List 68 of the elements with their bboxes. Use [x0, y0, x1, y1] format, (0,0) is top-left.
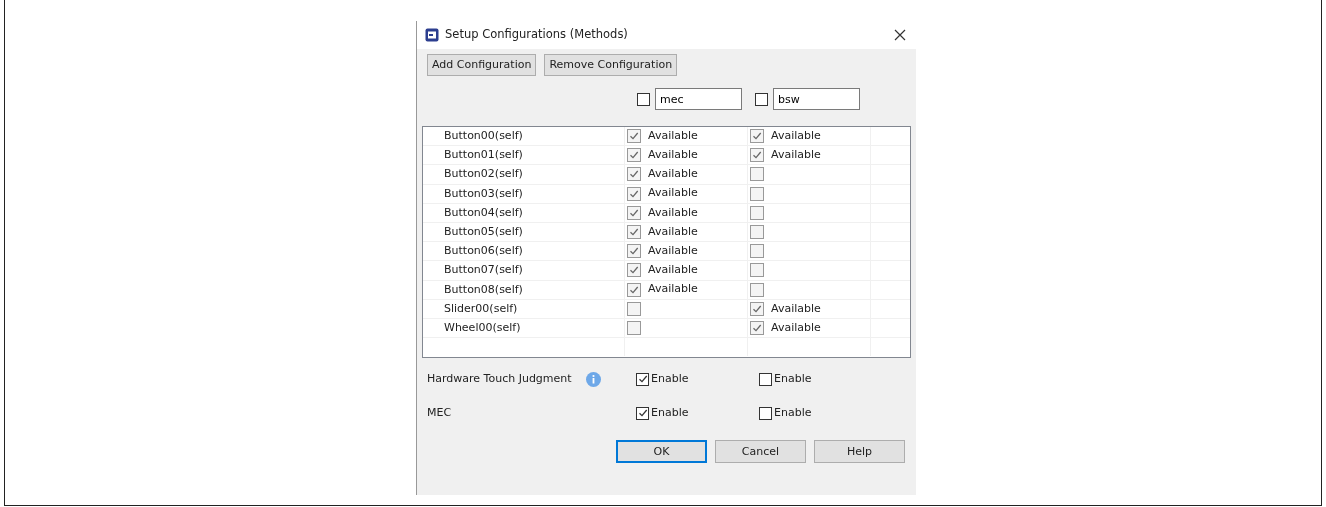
dialog-button[interactable]: OK — [616, 440, 707, 463]
row-label: Button06(self) — [443, 243, 524, 260]
checkbox[interactable] — [759, 372, 772, 386]
availability-label: Available — [648, 242, 698, 259]
checkbox[interactable] — [750, 282, 764, 297]
row-label: Button03(self) — [443, 185, 524, 202]
checkbox[interactable] — [627, 225, 641, 240]
checkbox[interactable] — [750, 320, 764, 335]
checkbox[interactable] — [627, 320, 641, 335]
row-label: Button01(self) — [443, 147, 524, 164]
option-label: MEC — [427, 404, 452, 421]
availability-label: Available — [771, 127, 821, 144]
enable-label: Enable — [651, 370, 689, 387]
checkbox[interactable] — [750, 129, 764, 144]
availability-label: Available — [648, 262, 698, 279]
row-label: Button00(self) — [443, 128, 524, 144]
row-label: Slider00(self) — [443, 300, 519, 317]
option-label: Hardware Touch Judgment — [427, 370, 572, 387]
checkbox[interactable] — [627, 282, 641, 297]
toolbar-button[interactable]: Add Configuration — [427, 54, 537, 76]
checkbox[interactable] — [750, 205, 764, 220]
checkbox[interactable] — [637, 92, 650, 106]
checkbox[interactable] — [750, 148, 764, 163]
row-label: Wheel00(self) — [443, 319, 522, 336]
checkbox[interactable] — [755, 92, 768, 106]
toolbar-button[interactable]: Remove Configuration — [544, 54, 678, 76]
window-title: Setup Configurations (Methods) — [445, 26, 628, 44]
checkbox[interactable] — [627, 301, 641, 316]
enable-label: Enable — [774, 404, 812, 421]
availability-label: Available — [648, 185, 698, 202]
availability-label: Available — [648, 166, 698, 183]
checkbox[interactable] — [750, 225, 764, 240]
checkbox[interactable] — [750, 186, 764, 201]
checkbox[interactable] — [627, 167, 641, 182]
availability-label: Available — [648, 147, 698, 164]
dialog-button[interactable]: Help — [814, 440, 905, 463]
row-label: Button08(self) — [443, 281, 524, 298]
row-label: Button07(self) — [443, 262, 524, 279]
dialog-button[interactable]: Cancel — [715, 440, 806, 463]
checkbox[interactable] — [636, 406, 649, 420]
availability-label: Available — [771, 319, 821, 336]
config-name-field[interactable]: bsw — [773, 88, 860, 110]
checkbox[interactable] — [750, 263, 764, 278]
checkbox[interactable] — [636, 372, 649, 386]
availability-label: Available — [648, 204, 698, 221]
availability-label: Available — [648, 281, 698, 298]
availability-label: Available — [648, 127, 698, 144]
enable-label: Enable — [774, 370, 812, 387]
availability-label: Available — [771, 147, 821, 164]
checkbox[interactable] — [759, 406, 772, 420]
app-icon — [425, 28, 439, 42]
row-label: Button05(self) — [443, 223, 524, 240]
checkbox[interactable] — [750, 244, 764, 259]
checkbox[interactable] — [627, 129, 641, 144]
availability-label: Available — [648, 223, 698, 240]
availability-label: Available — [771, 300, 821, 317]
checkbox[interactable] — [627, 205, 641, 220]
checkbox[interactable] — [627, 263, 641, 278]
close-icon[interactable] — [892, 27, 908, 43]
checkbox[interactable] — [627, 186, 641, 201]
row-label: Button02(self) — [443, 166, 524, 183]
config-name-field[interactable]: mec — [655, 88, 742, 110]
enable-label: Enable — [651, 404, 689, 421]
checkbox[interactable] — [750, 167, 764, 182]
checkbox[interactable] — [627, 244, 641, 259]
checkbox[interactable] — [627, 148, 641, 163]
checkbox[interactable] — [750, 301, 764, 316]
row-label: Button04(self) — [443, 204, 524, 221]
